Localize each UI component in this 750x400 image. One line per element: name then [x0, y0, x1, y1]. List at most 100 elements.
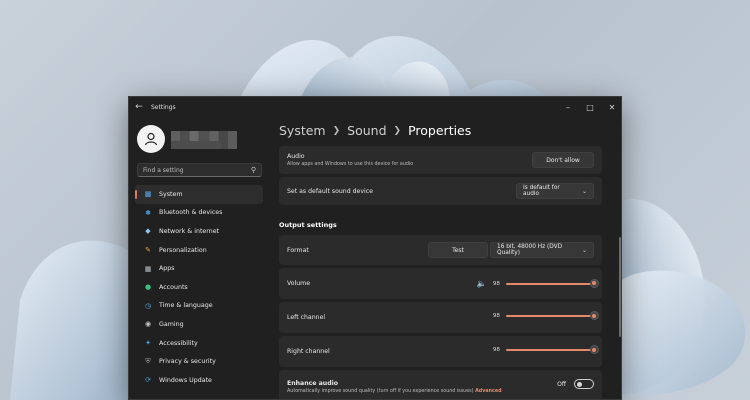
maximize-icon[interactable]: □	[579, 97, 601, 117]
right-channel-slider[interactable]	[506, 345, 599, 354]
enhance-audio-toggle[interactable]	[574, 379, 594, 389]
sidebar-item-bluetooth[interactable]: ✱ Bluetooth & devices	[135, 204, 263, 223]
enhance-audio-sub: Automatically improve sound quality (tur…	[287, 389, 474, 394]
volume-slider-row: 🔈 98	[477, 278, 599, 288]
volume-value: 98	[492, 280, 500, 287]
format-label: Format	[287, 246, 309, 254]
default-device-label: Set as default sound device	[287, 187, 373, 195]
avatar	[137, 125, 165, 153]
speaker-icon[interactable]: 🔈	[477, 279, 487, 288]
advanced-link[interactable]: Advanced	[475, 389, 501, 394]
sidebar-item-accessibility[interactable]: ✦ Accessibility	[135, 334, 263, 353]
audio-description: Allow apps and Windows to use this devic…	[287, 162, 414, 167]
right-channel-label: Right channel	[287, 348, 330, 355]
window-title: Settings	[151, 103, 176, 111]
accessibility-icon: ✦	[145, 339, 151, 348]
minimize-icon[interactable]: –	[557, 97, 579, 117]
right-channel-value: 98	[492, 347, 500, 353]
scrollbar[interactable]	[619, 237, 621, 337]
sidebar-item-accounts[interactable]: ● Accounts	[135, 278, 263, 297]
bluetooth-icon: ✱	[145, 208, 151, 217]
title-bar: ← Settings – □ ✕	[129, 97, 621, 117]
sidebar-item-system[interactable]: ▩ System	[135, 185, 263, 204]
sidebar-item-label: Time & language	[159, 302, 213, 310]
enhance-audio-label: Enhance audio	[287, 380, 339, 387]
sidebar-item-label: Apps	[159, 265, 175, 273]
volume-card: Volume 🔈 98	[279, 268, 602, 299]
right-channel-slider-thumb[interactable]	[589, 345, 599, 354]
volume-slider[interactable]	[506, 278, 599, 288]
back-arrow-icon[interactable]: ←	[129, 97, 149, 117]
user-icon	[144, 132, 158, 146]
format-value: 16 bit, 48000 Hz (DVD Quality)	[497, 244, 563, 256]
left-channel-slider[interactable]	[506, 311, 599, 320]
shield-icon: ⛨	[145, 357, 151, 366]
sidebar-item-network[interactable]: ◆ Network & internet	[135, 222, 263, 241]
settings-window: ← Settings – □ ✕ Find a setting ⚲ ▩ Syst…	[128, 96, 622, 400]
search-input[interactable]: Find a setting	[143, 167, 251, 174]
close-icon[interactable]: ✕	[601, 97, 621, 117]
volume-slider-thumb[interactable]	[589, 278, 599, 288]
test-button[interactable]: Test	[428, 242, 488, 258]
gamepad-icon: ◉	[144, 320, 152, 329]
enhance-audio-card: Enhance audio Automatically improve soun…	[279, 370, 602, 399]
chevron-right-icon: ❯	[393, 125, 402, 136]
left-channel-card: Left channel 98	[279, 302, 602, 333]
sidebar-item-privacy[interactable]: ⛨ Privacy & security	[135, 352, 263, 371]
left-channel-slider-row: 98	[492, 311, 599, 320]
profile[interactable]	[137, 125, 267, 155]
output-settings-heading: Output settings	[279, 221, 337, 229]
update-icon: ⟳	[145, 376, 151, 385]
sidebar-item-label: Network & internet	[159, 227, 220, 235]
right-channel-slider-row: 98	[492, 345, 599, 354]
breadcrumb: System ❯ Sound ❯ Properties	[279, 123, 471, 138]
left-channel-label: Left channel	[287, 314, 326, 321]
sidebar-item-gaming[interactable]: ◉ Gaming	[135, 315, 263, 334]
chevron-down-icon: ⌄	[581, 246, 587, 254]
main-content: System ❯ Sound ❯ Properties Audio Allow …	[279, 117, 621, 399]
sidebar-item-windows-update[interactable]: ⟳ Windows Update	[135, 371, 263, 390]
enhance-audio-description: Automatically improve sound quality (tur…	[287, 389, 502, 394]
redacted-user-email	[171, 141, 221, 149]
accounts-icon: ●	[144, 283, 152, 292]
search-box[interactable]: Find a setting ⚲	[137, 163, 262, 177]
default-device-card: Set as default sound device Is default f…	[279, 177, 602, 205]
sidebar-item-label: Bluetooth & devices	[159, 209, 223, 217]
volume-label: Volume	[287, 280, 311, 287]
default-device-select[interactable]: Is default for audio ⌄	[516, 183, 594, 199]
chevron-right-icon: ❯	[332, 125, 341, 136]
sidebar-item-time-language[interactable]: ◷ Time & language	[135, 297, 263, 316]
left-channel-value: 98	[492, 313, 500, 319]
chevron-down-icon: ⌄	[581, 187, 587, 195]
breadcrumb-sound[interactable]: Sound	[347, 123, 386, 138]
default-device-value: Is default for audio	[523, 185, 560, 197]
sidebar-item-label: Gaming	[159, 320, 184, 328]
sidebar-item-label: Accounts	[159, 283, 188, 291]
sidebar-item-apps[interactable]: ▦ Apps	[135, 259, 263, 278]
right-channel-card: Right channel 98	[279, 336, 602, 367]
breadcrumb-system[interactable]: System	[279, 123, 326, 138]
sidebar-item-label: System	[159, 190, 183, 198]
left-channel-slider-thumb[interactable]	[589, 311, 599, 320]
dont-allow-button[interactable]: Don't allow	[532, 152, 594, 168]
sidebar-item-personalization[interactable]: ✎ Personalization	[135, 241, 263, 260]
toggle-state-label: Off	[557, 380, 566, 388]
audio-card: Audio Allow apps and Windows to use this…	[279, 146, 602, 174]
sidebar-item-label: Privacy & security	[159, 358, 216, 366]
sidebar-item-label: Windows Update	[159, 376, 212, 384]
window-controls: – □ ✕	[557, 97, 621, 117]
sidebar-item-label: Accessibility	[159, 339, 198, 347]
monitor-icon: ▩	[144, 190, 152, 199]
network-icon: ◆	[145, 227, 151, 236]
sidebar-item-label: Personalization	[159, 246, 207, 254]
search-icon: ⚲	[250, 166, 256, 174]
apps-icon: ▦	[144, 264, 152, 273]
format-card: Format Test 16 bit, 48000 Hz (DVD Qualit…	[279, 235, 602, 265]
enhance-audio-toggle-wrap: Off	[557, 379, 594, 389]
format-select[interactable]: 16 bit, 48000 Hz (DVD Quality) ⌄	[490, 242, 594, 258]
globe-clock-icon: ◷	[144, 301, 152, 310]
brush-icon: ✎	[145, 246, 151, 255]
sidebar: Find a setting ⚲ ▩ System ✱ Bluetooth & …	[129, 117, 269, 399]
sidebar-nav: ▩ System ✱ Bluetooth & devices ◆ Network…	[135, 185, 263, 390]
audio-label: Audio	[287, 153, 305, 160]
